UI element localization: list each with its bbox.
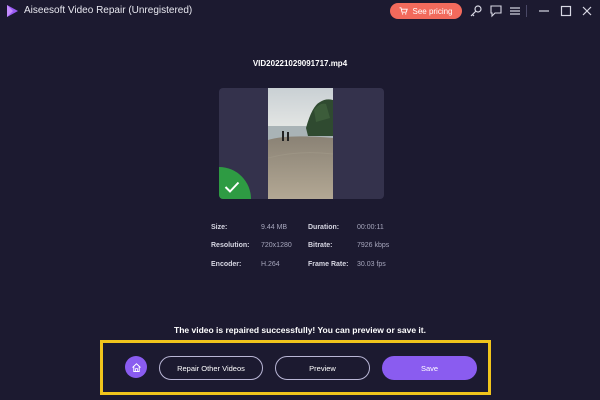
save-label: Save (420, 363, 439, 373)
bitrate-value: 7926 kbps (357, 242, 390, 249)
app-title: Aiseesoft Video Repair (Unregistered) (24, 5, 193, 16)
framerate-label: Frame Rate: (308, 261, 349, 268)
preview-button[interactable]: Preview (275, 356, 370, 380)
home-icon (131, 362, 141, 372)
duration-label: Duration: (308, 224, 340, 231)
video-thumbnail (268, 88, 333, 199)
see-pricing-button[interactable]: See pricing (390, 3, 462, 19)
bitrate-label: Bitrate: (308, 242, 333, 249)
preview-label: Preview (309, 363, 336, 373)
home-button[interactable] (125, 356, 147, 378)
key-icon[interactable] (469, 4, 483, 18)
chat-icon[interactable] (489, 4, 503, 18)
cart-icon (399, 7, 409, 15)
menu-icon[interactable] (508, 4, 522, 18)
encoder-value: H.264 (261, 261, 280, 268)
see-pricing-label: See pricing (412, 6, 453, 16)
framerate-value: 30.03 fps (357, 261, 386, 268)
save-button[interactable]: Save (382, 356, 477, 380)
repair-status-message: The video is repaired successfully! You … (174, 325, 426, 335)
repair-other-videos-label: Repair Other Videos (177, 363, 245, 373)
size-label: Size: (211, 224, 228, 231)
video-filename: VID20221029091717.mp4 (252, 59, 348, 68)
duration-value: 00:00:11 (357, 224, 384, 231)
size-value: 9.44 MB (261, 224, 288, 231)
repair-success-badge (219, 167, 251, 199)
encoder-label: Encoder: (211, 261, 242, 268)
maximize-icon[interactable] (559, 4, 573, 18)
close-icon[interactable] (580, 4, 594, 18)
minimize-icon[interactable] (537, 4, 551, 18)
resolution-label: Resolution: (211, 242, 250, 249)
video-thumbnail-card (219, 88, 384, 199)
titlebar-divider (526, 5, 527, 17)
resolution-value: 720x1280 (261, 242, 292, 249)
repair-other-videos-button[interactable]: Repair Other Videos (159, 356, 263, 380)
app-logo-icon (7, 5, 18, 17)
title-bar: Aiseesoft Video Repair (Unregistered) Se… (0, 0, 600, 22)
checkmark-icon (224, 181, 240, 193)
